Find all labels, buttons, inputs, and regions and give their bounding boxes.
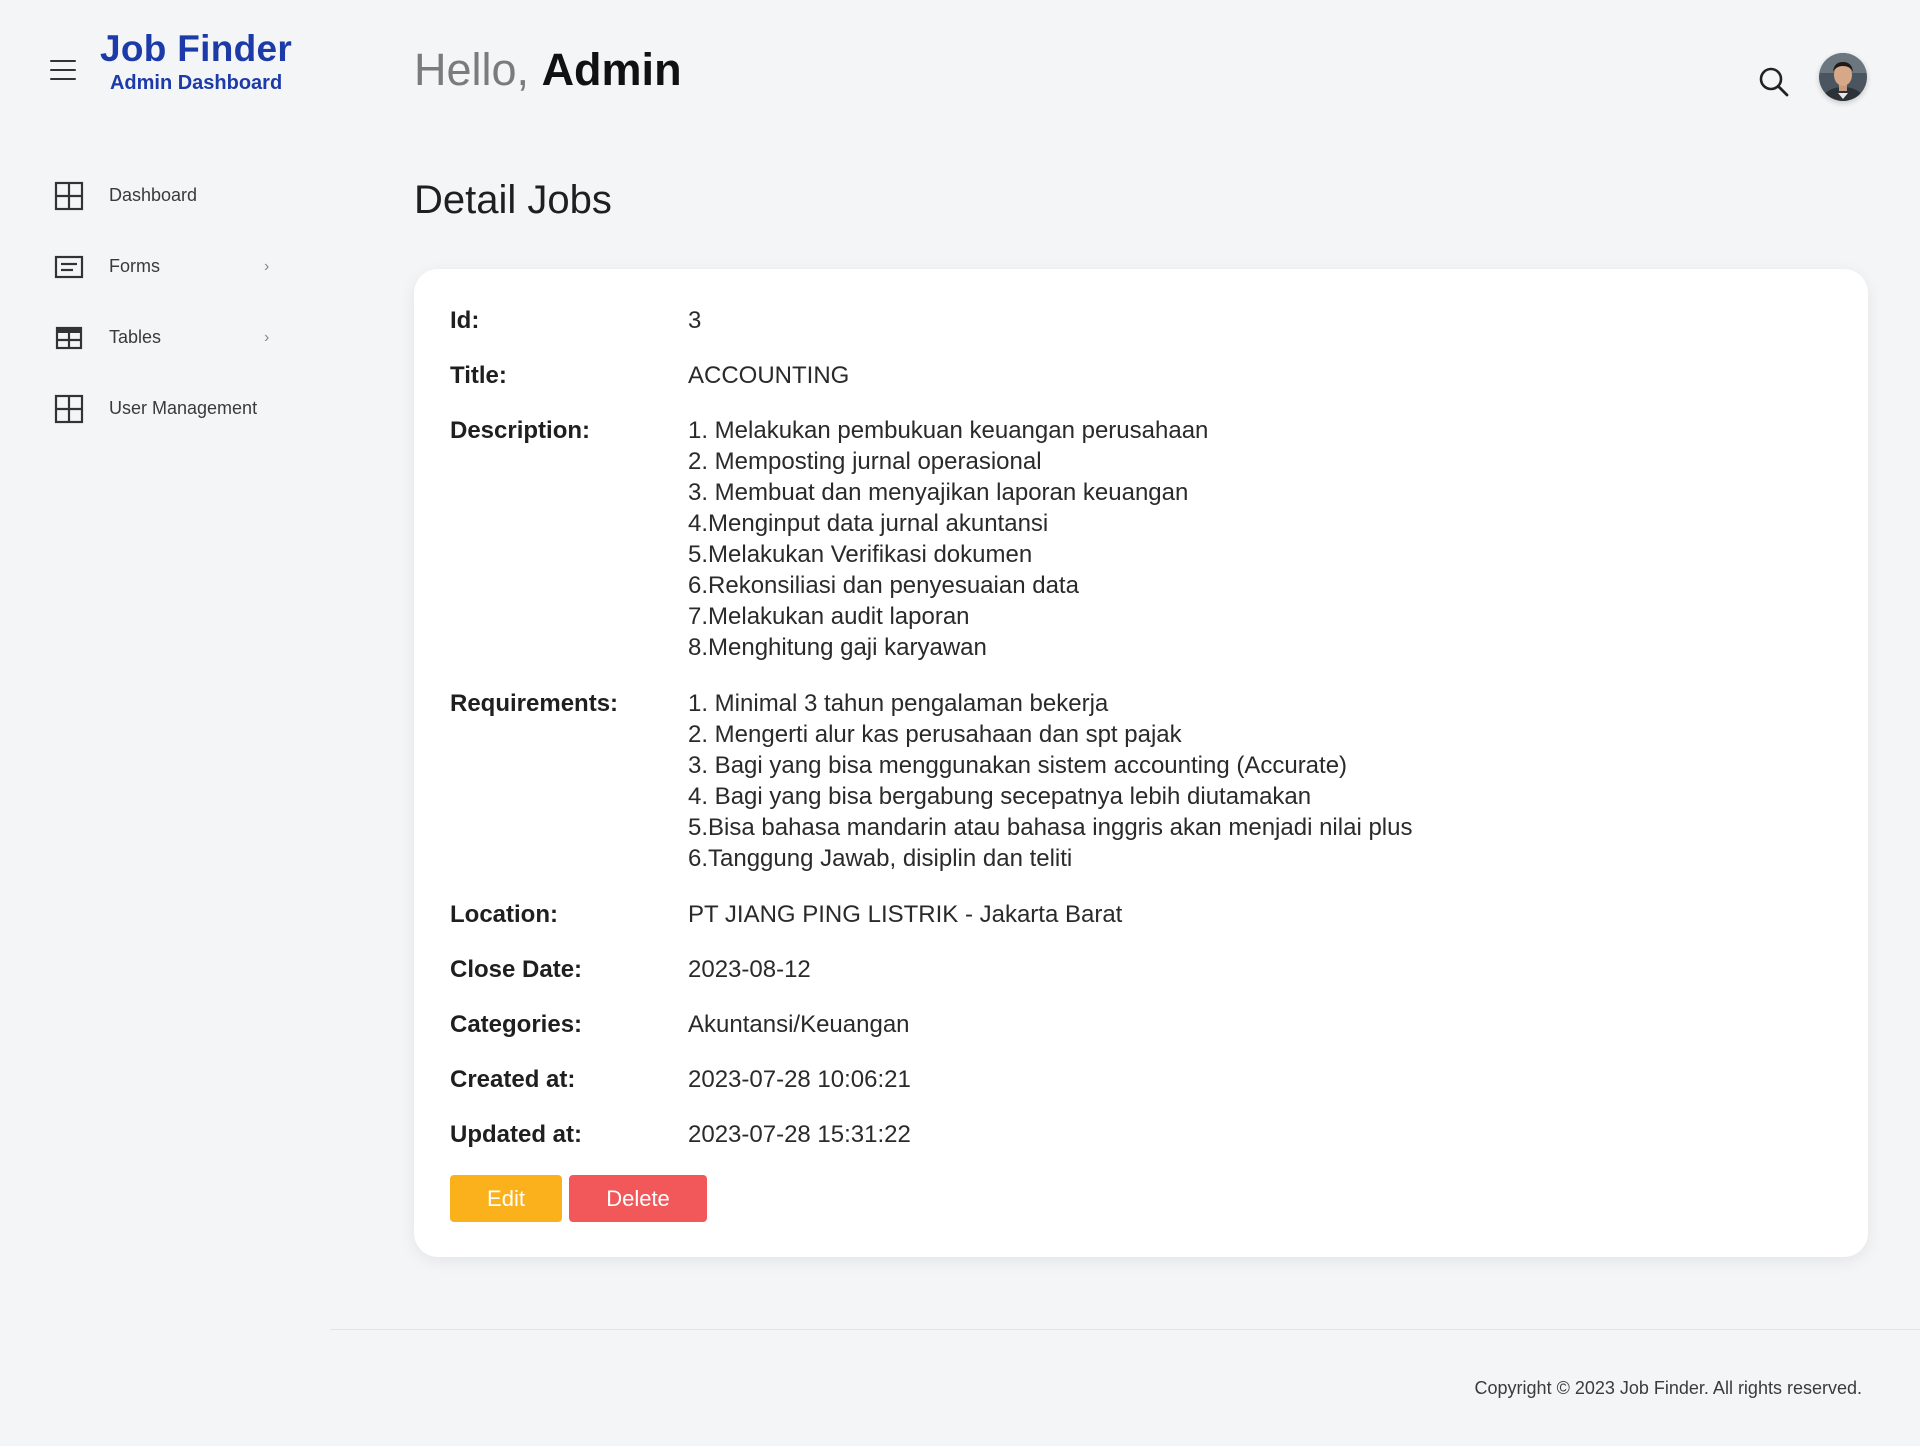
- detail-value-id: 3: [688, 307, 702, 334]
- sidebar-item-label: Forms: [109, 256, 160, 276]
- detail-row-location: Location: PT JIANG PING LISTRIK - Jakart…: [450, 899, 1832, 930]
- sidebar-item-label: Tables: [109, 327, 162, 347]
- greeting-username: Admin: [541, 44, 682, 95]
- form-icon: [54, 252, 84, 282]
- detail-label: Created at:: [450, 1066, 576, 1093]
- edit-button[interactable]: Edit: [450, 1175, 562, 1222]
- detail-label: Categories:: [450, 1011, 583, 1038]
- greeting: Hello, Admin: [414, 44, 682, 96]
- requirement-line: 2. Mengerti alur kas perusahaan dan spt …: [688, 721, 1182, 748]
- detail-row-requirements: Requirements: 1. Minimal 3 tahun pengala…: [450, 688, 1832, 874]
- requirement-line: 5.Bisa bahasa mandarin atau bahasa inggr…: [688, 814, 1413, 841]
- detail-value-description: 1. Melakukan pembukuan keuangan perusaha…: [688, 415, 1208, 663]
- table-icon: [54, 323, 84, 353]
- job-detail-card: Id: 3 Title: ACCOUNTING Description: 1. …: [414, 269, 1868, 1257]
- sidebar-item-label: User Management: [109, 398, 258, 418]
- detail-value-updated-at: 2023-07-28 15:31:22: [688, 1121, 911, 1148]
- footer-divider: [330, 1329, 1920, 1330]
- sidebar-item-label: Dashboard: [109, 185, 198, 205]
- requirement-line: 6.Tanggung Jawab, disiplin dan teliti: [688, 845, 1073, 872]
- requirement-line: 4. Bagi yang bisa bergabung secepatnya l…: [688, 783, 1312, 810]
- user-avatar[interactable]: [1819, 53, 1867, 101]
- sidebar-nav: Dashboard Forms › Tables › User Manageme…: [0, 160, 330, 444]
- brand-title: Job Finder: [100, 28, 293, 69]
- sidebar: Job Finder Admin Dashboard Dashboard For…: [0, 0, 330, 1446]
- detail-value-requirements: 1. Minimal 3 tahun pengalaman bekerja 2.…: [688, 688, 1412, 874]
- app-root: Job Finder Admin Dashboard Dashboard For…: [0, 0, 1920, 1446]
- requirement-line: 3. Bagi yang bisa menggunakan sistem acc…: [688, 752, 1348, 779]
- detail-row-categories: Categories: Akuntansi/Keuangan: [450, 1009, 1832, 1040]
- description-line: 8.Menghitung gaji karyawan: [688, 634, 987, 661]
- detail-label: Id:: [450, 307, 480, 334]
- sidebar-item-forms[interactable]: Forms ›: [0, 231, 330, 302]
- description-line: 7.Melakukan audit laporan: [688, 603, 970, 630]
- detail-label: Location:: [450, 901, 558, 928]
- brand-subtitle: Admin Dashboard: [109, 72, 283, 94]
- detail-row-description: Description: 1. Melakukan pembukuan keua…: [450, 415, 1832, 663]
- description-line: 6.Rekonsiliasi dan penyesuaian data: [688, 572, 1079, 599]
- detail-label: Updated at:: [450, 1121, 582, 1148]
- detail-value-created-at: 2023-07-28 10:06:21: [688, 1066, 911, 1093]
- detail-row-updated-at: Updated at: 2023-07-28 15:31:22: [450, 1119, 1832, 1150]
- delete-button[interactable]: Delete: [569, 1175, 707, 1222]
- grid-icon: [54, 181, 84, 211]
- footer-copyright: Copyright © 2023 Job Finder. All rights …: [1474, 1378, 1862, 1398]
- brand-logo[interactable]: Job Finder Admin Dashboard: [100, 28, 292, 95]
- detail-row-close-date: Close Date: 2023-08-12: [450, 954, 1832, 985]
- detail-row-title: Title: ACCOUNTING: [450, 360, 1832, 391]
- description-line: 4.Menginput data jurnal akuntansi: [688, 510, 1049, 537]
- grid-icon: [54, 394, 84, 424]
- chevron-right-icon: ›: [264, 328, 270, 346]
- description-line: 3. Membuat dan menyajikan laporan keuang…: [688, 479, 1189, 506]
- chevron-right-icon: ›: [264, 257, 270, 275]
- detail-value-close-date: 2023-08-12: [688, 956, 811, 983]
- hamburger-menu-icon[interactable]: [50, 60, 76, 80]
- page-title: Detail Jobs: [414, 178, 612, 222]
- sidebar-item-tables[interactable]: Tables ›: [0, 302, 330, 373]
- description-line: 5.Melakukan Verifikasi dokumen: [688, 541, 1033, 568]
- detail-label: Close Date:: [450, 956, 583, 983]
- detail-value-location: PT JIANG PING LISTRIK - Jakarta Barat: [688, 901, 1123, 928]
- description-line: 1. Melakukan pembukuan keuangan perusaha…: [688, 417, 1209, 444]
- detail-row-created-at: Created at: 2023-07-28 10:06:21: [450, 1064, 1832, 1095]
- detail-row-id: Id: 3: [450, 305, 1832, 336]
- detail-value-categories: Akuntansi/Keuangan: [688, 1011, 910, 1038]
- detail-label: Title:: [450, 362, 507, 389]
- sidebar-item-user-management[interactable]: User Management: [0, 373, 330, 444]
- requirement-line: 1. Minimal 3 tahun pengalaman bekerja: [688, 690, 1109, 717]
- description-line: 2. Memposting jurnal operasional: [688, 448, 1042, 475]
- greeting-hello: Hello,: [414, 44, 542, 95]
- search-icon[interactable]: [1758, 66, 1790, 98]
- detail-label: Requirements:: [450, 690, 619, 717]
- detail-value-title: ACCOUNTING: [688, 362, 850, 389]
- detail-label: Description:: [450, 417, 591, 444]
- sidebar-item-dashboard[interactable]: Dashboard: [0, 160, 330, 231]
